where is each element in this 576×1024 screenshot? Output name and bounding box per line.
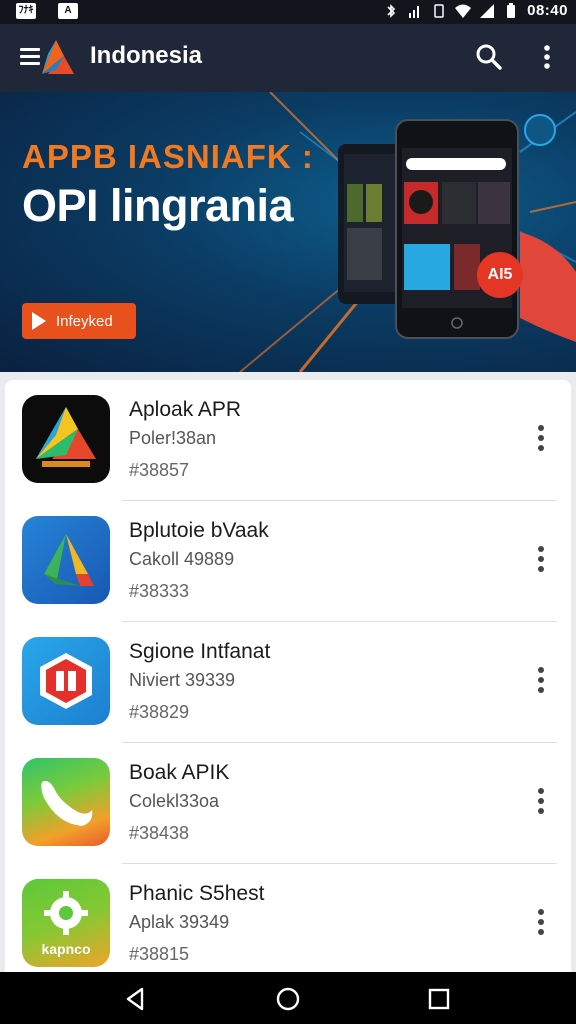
app-number: #38333: [129, 581, 190, 601]
banner-button-label: Infeyked: [56, 312, 113, 330]
app-name: Bplutoie bVaak: [129, 519, 269, 542]
clock: 08:40: [527, 2, 568, 19]
signal-icon: [409, 5, 420, 18]
app-number: #38829: [129, 702, 190, 722]
more-vert-icon[interactable]: [525, 904, 557, 940]
wifi-icon: [455, 4, 472, 18]
more-vert-icon[interactable]: [525, 541, 557, 577]
back-icon[interactable]: [120, 984, 150, 1014]
list-item[interactable]: Aploak APR Poler!38an #38857: [5, 380, 571, 501]
search-icon[interactable]: [472, 40, 506, 74]
banner-subheadline: OPI lingrania: [22, 180, 294, 231]
vibrate-icon: [434, 3, 444, 18]
banner-play-button[interactable]: Infeyked: [22, 303, 136, 339]
app-icon-label: kapnco: [41, 941, 91, 957]
app-number: #38857: [129, 460, 190, 480]
toolbar-title: Indonesia: [90, 42, 203, 69]
list-item[interactable]: Bplutoie bVaak Cakoll 49889 #38333: [5, 501, 571, 622]
banner-badge: AI5: [477, 252, 523, 298]
home-icon[interactable]: [273, 984, 303, 1014]
list-item[interactable]: kapnco Phanic S5hest Aplak 39349 #38815: [5, 864, 571, 972]
app-number: #38438: [129, 823, 190, 843]
play-icon: [32, 312, 46, 330]
recents-icon[interactable]: [424, 984, 454, 1014]
app-name: Sgione Intfanat: [129, 640, 271, 663]
red-hexagon-icon: [22, 637, 110, 725]
phone-swoosh-icon: [22, 758, 110, 846]
list-item[interactable]: Boak APIK Colekl33oa #38438: [5, 743, 571, 864]
battery-icon: [507, 2, 516, 18]
list-item[interactable]: Sgione Intfanat Niviert 39339 #38829: [5, 622, 571, 743]
app-subtitle: Poler!38an: [129, 428, 217, 448]
notification-badge: ﾌﾅｷ: [16, 3, 36, 19]
prism-a-icon: [22, 395, 110, 483]
drive-triangle-icon: [22, 516, 110, 604]
more-vert-icon[interactable]: [535, 42, 559, 72]
app-name: Phanic S5hest: [129, 882, 265, 905]
promo-banner[interactable]: APPB IASNIAFK : OPI lingrania Infeyked A…: [0, 92, 576, 372]
app-logo-icon: [42, 40, 74, 74]
status-bar: ﾌﾅｷ A 08:40: [0, 0, 576, 24]
bluetooth-icon: [387, 3, 396, 18]
navigation-bar: [0, 972, 576, 1024]
app-name: Boak APIK: [129, 761, 230, 784]
more-vert-icon[interactable]: [525, 420, 557, 456]
banner-headline: APPB IASNIAFK :: [22, 138, 314, 175]
cell-signal-icon: [480, 3, 495, 18]
app-name: Aploak APR: [129, 398, 242, 421]
more-vert-icon[interactable]: [525, 662, 557, 698]
app-number: #38815: [129, 944, 190, 964]
more-vert-icon[interactable]: [525, 783, 557, 819]
app-subtitle: Colekl33oa: [129, 791, 220, 811]
notification-badge: A: [58, 3, 78, 19]
app-subtitle: Niviert 39339: [129, 670, 236, 690]
app-toolbar: Indonesia: [0, 24, 576, 92]
app-list: Aploak APR Poler!38an #38857 Bplutoie bV…: [5, 380, 571, 972]
app-subtitle: Cakoll 49889: [129, 549, 235, 569]
app-subtitle: Aplak 39349: [129, 912, 230, 932]
gear-leaf-icon: kapnco: [22, 879, 110, 967]
